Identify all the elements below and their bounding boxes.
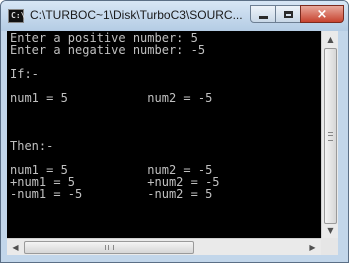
console-line: -num1 = -5 -num2 = 5 [10,187,213,201]
console-window: C:\ C:\TURBOC~1\Disk\TurboC3\SOURC... × … [0,0,349,263]
console-line: Enter a negative number: -5 [10,43,206,57]
scrollbar-corner [321,238,338,255]
horizontal-scrollbar[interactable]: ◀ ▶ [7,238,321,255]
maximize-button[interactable] [275,5,301,23]
vertical-scrollbar[interactable]: ▲ ▼ [321,31,338,238]
vertical-scroll-thumb[interactable] [324,48,337,224]
scroll-up-arrow-icon[interactable]: ▲ [322,31,339,47]
console-app-icon[interactable]: C:\ [8,9,26,23]
prompt-glyph: C:\ [11,11,26,20]
scroll-left-arrow-icon[interactable]: ◀ [7,239,24,255]
console-line: num1 = 5 num2 = -5 [10,91,213,105]
minimize-button[interactable] [250,5,276,23]
console-line: Then:- [10,139,54,153]
scroll-down-arrow-icon[interactable]: ▼ [322,222,339,238]
horizontal-scroll-thumb[interactable] [24,241,194,254]
close-icon: × [316,6,328,22]
thumb-grip-icon [105,245,114,250]
maximize-icon [283,10,293,18]
console-output-area[interactable]: Enter a positive number: 5 Enter a negat… [7,31,321,238]
minimize-icon [258,15,268,19]
console-output-text: Enter a positive number: 5 Enter a negat… [10,32,220,200]
thumb-grip-icon [328,132,333,141]
caption-buttons: × [250,5,344,24]
window-title: C:\TURBOC~1\Disk\TurboC3\SOURC... [30,8,243,22]
console-line: If:- [10,67,39,81]
close-button[interactable]: × [300,5,344,23]
scroll-right-arrow-icon[interactable]: ▶ [304,239,321,255]
title-bar[interactable]: C:\ C:\TURBOC~1\Disk\TurboC3\SOURC... × [1,1,348,31]
